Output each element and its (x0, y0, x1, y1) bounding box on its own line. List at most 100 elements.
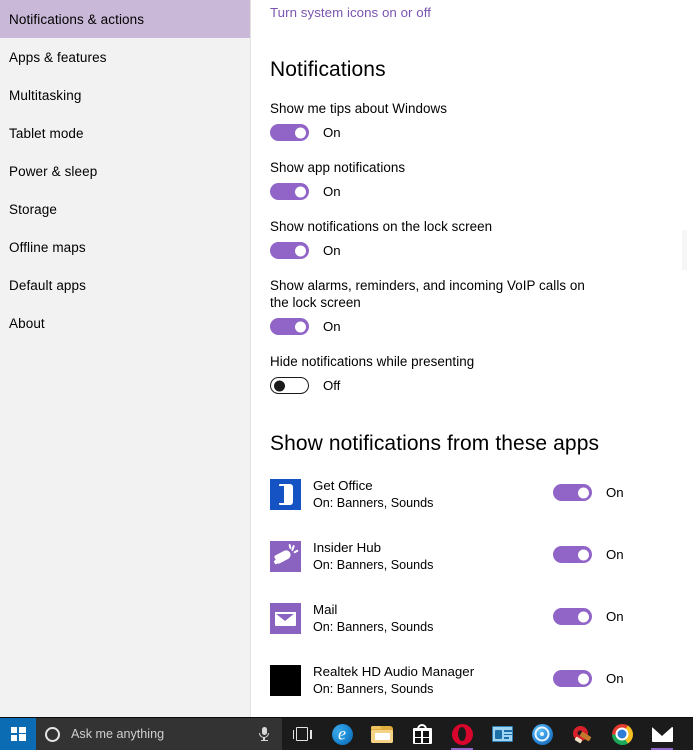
search-input[interactable]: Ask me anything (36, 717, 282, 750)
toggle-state-label: On (323, 125, 341, 140)
toggle-knob (295, 186, 306, 197)
app-toggle-group: On (553, 484, 624, 501)
app-toggle-group: On (553, 546, 624, 563)
sidebar-item-label: Multitasking (9, 87, 82, 103)
setting-alarms-voip-lock-screen: Show alarms, reminders, and incoming VoI… (270, 277, 693, 335)
sidebar-item-label: Offline maps (9, 239, 86, 255)
sidebar-item-multitasking[interactable]: Multitasking (0, 76, 250, 114)
store-icon (412, 724, 432, 744)
alarms-voip-toggle[interactable] (270, 318, 309, 335)
settings-sidebar: Notifications & actions Apps & features … (0, 0, 251, 717)
taskbar-app-contact-card[interactable] (482, 718, 522, 750)
settings-content-pane[interactable]: Turn system icons on or off Notification… (251, 0, 693, 717)
show-tips-toggle[interactable] (270, 124, 309, 141)
settings-window: Notifications & actions Apps & features … (0, 0, 693, 750)
sidebar-item-default-apps[interactable]: Default apps (0, 266, 250, 304)
setting-label: Show notifications on the lock screen (270, 219, 493, 234)
turn-system-icons-link[interactable]: Turn system icons on or off (270, 5, 431, 20)
toggle-row: On (270, 242, 693, 259)
realtek-toggle[interactable] (553, 670, 592, 687)
taskbar-app-blue-circle[interactable] (522, 718, 562, 750)
toggle-row: On (270, 124, 693, 141)
setting-label: Show app notifications (270, 160, 406, 175)
app-row[interactable]: Insider Hub On: Banners, Sounds On (270, 536, 693, 580)
taskbar-app-opera[interactable] (442, 718, 482, 750)
microphone-icon[interactable] (258, 726, 270, 742)
start-button[interactable] (0, 717, 36, 750)
windows-logo-icon (10, 726, 26, 742)
taskbar-app-file-explorer[interactable] (362, 718, 402, 750)
ccleaner-icon (572, 725, 593, 744)
sidebar-item-apps-features[interactable]: Apps & features (0, 38, 250, 76)
get-office-toggle[interactable] (553, 484, 592, 501)
taskbar-app-mail[interactable] (642, 718, 682, 750)
sidebar-item-label: Storage (9, 201, 57, 217)
file-explorer-icon (371, 725, 393, 743)
get-office-icon (270, 479, 301, 510)
toggle-knob (578, 611, 589, 622)
taskbar-app-microsoft-store[interactable] (402, 718, 442, 750)
mail-toggle[interactable] (553, 608, 592, 625)
notifications-heading: Notifications (270, 58, 386, 81)
chrome-icon (611, 723, 633, 745)
app-row[interactable]: Realtek HD Audio Manager On: Banners, So… (270, 660, 693, 704)
opera-icon (451, 723, 473, 745)
setting-label: Show me tips about Windows (270, 101, 447, 116)
search-placeholder: Ask me anything (71, 727, 165, 741)
sidebar-item-label: Notifications & actions (9, 11, 145, 27)
lock-screen-notifications-toggle[interactable] (270, 242, 309, 259)
app-detail: On: Banners, Sounds (313, 496, 434, 510)
toggle-knob (578, 549, 589, 560)
taskbar-app-microsoft-edge[interactable] (322, 718, 362, 750)
insider-hub-icon (270, 541, 301, 572)
setting-lock-screen-notifications: Show notifications on the lock screen On (270, 218, 693, 259)
toggle-state-label: On (606, 547, 624, 562)
toggle-knob (273, 380, 285, 391)
app-row[interactable]: Get Office On: Banners, Sounds On (270, 474, 693, 518)
sidebar-item-notifications-actions[interactable]: Notifications & actions (0, 0, 250, 38)
toggle-state-label: On (323, 184, 341, 199)
toggle-state-label: Off (323, 378, 341, 393)
edge-icon (331, 723, 353, 745)
toggle-state-label: On (606, 609, 624, 624)
sidebar-item-offline-maps[interactable]: Offline maps (0, 228, 250, 266)
contact-card-icon (491, 726, 513, 742)
app-name: Mail (313, 602, 338, 617)
sidebar-item-tablet-mode[interactable]: Tablet mode (0, 114, 250, 152)
taskbar-app-google-chrome[interactable] (602, 718, 642, 750)
app-meta: Mail On: Banners, Sounds (313, 601, 433, 636)
app-detail: On: Banners, Sounds (313, 558, 434, 572)
app-meta: Get Office On: Banners, Sounds (313, 477, 433, 512)
sidebar-item-label: Tablet mode (9, 125, 84, 141)
app-toggle-group: On (553, 670, 624, 687)
sidebar-item-power-sleep[interactable]: Power & sleep (0, 152, 250, 190)
toggle-knob (578, 487, 589, 498)
app-meta: Realtek HD Audio Manager On: Banners, So… (313, 663, 474, 698)
taskbar-app-ccleaner[interactable] (562, 718, 602, 750)
sidebar-item-storage[interactable]: Storage (0, 190, 250, 228)
sidebar-item-label: Default apps (9, 277, 86, 293)
toggle-state-label: On (323, 243, 341, 258)
sidebar-item-label: Power & sleep (9, 163, 98, 179)
setting-label: Hide notifications while presenting (270, 354, 475, 369)
toggle-state-label: On (606, 485, 624, 500)
app-row[interactable]: Mail On: Banners, Sounds On (270, 598, 693, 642)
mail-taskbar-icon (651, 726, 673, 742)
setting-label: Show alarms, reminders, and incoming VoI… (270, 278, 585, 310)
task-view-button[interactable] (282, 718, 322, 750)
toggle-state-label: On (323, 319, 341, 334)
show-app-notifications-toggle[interactable] (270, 183, 309, 200)
sidebar-item-about[interactable]: About (0, 304, 250, 342)
setting-show-app-notifications: Show app notifications On (270, 159, 693, 200)
insider-hub-toggle[interactable] (553, 546, 592, 563)
toggle-state-label: On (606, 671, 624, 686)
hide-while-presenting-toggle[interactable] (270, 377, 309, 394)
toggle-row: On (270, 183, 693, 200)
app-toggle-group: On (553, 608, 624, 625)
mail-icon (270, 603, 301, 634)
toggle-knob (295, 245, 306, 256)
sidebar-item-label: About (9, 315, 45, 331)
toggle-row: Off (270, 377, 693, 394)
sidebar-item-label: Apps & features (9, 49, 107, 65)
blue-circle-icon (531, 723, 553, 745)
